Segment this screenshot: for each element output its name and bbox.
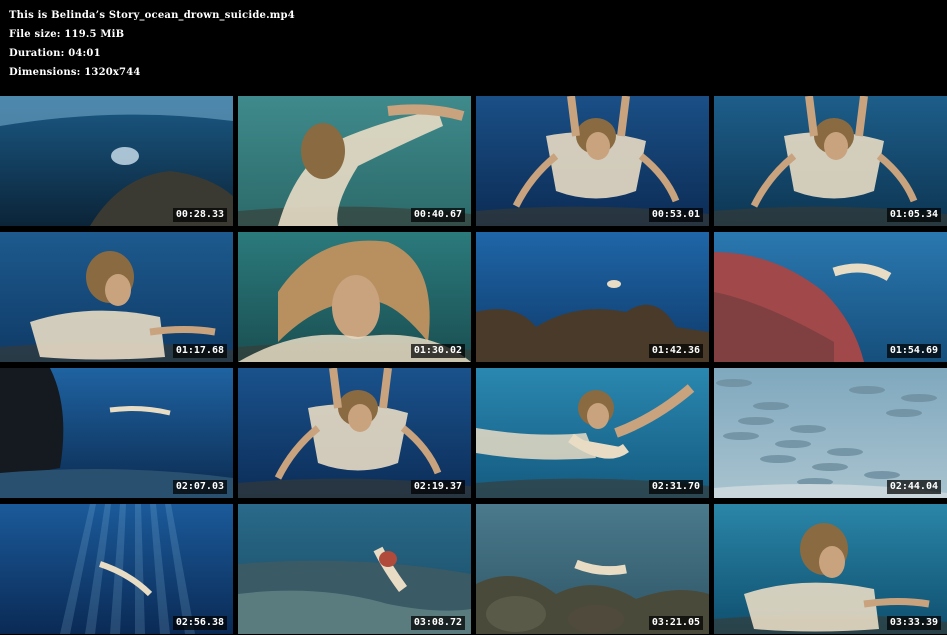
thumbnail-timestamp: 03:33.39 — [886, 616, 941, 630]
thumbnail-timestamp: 02:19.37 — [410, 480, 465, 494]
video-thumbnail[interactable]: 02:19.37 — [238, 368, 471, 498]
thumbnail-timestamp: 00:40.67 — [410, 208, 465, 222]
video-thumbnail[interactable]: 01:05.34 — [714, 96, 947, 226]
duration-text: Duration: 04:01 — [9, 48, 101, 59]
thumbnail-grid: 00:28.33 00:40.67 00:53.01 01:05.34 01:1… — [0, 96, 947, 635]
thumbnail-timestamp: 03:21.05 — [648, 616, 703, 630]
thumbnail-timestamp: 01:05.34 — [886, 208, 941, 222]
video-thumbnail[interactable]: 02:44.04 — [714, 368, 947, 498]
thumbnail-timestamp: 01:30.02 — [410, 344, 465, 358]
thumbnail-frame-image — [476, 504, 709, 634]
video-thumbnail[interactable]: 03:21.05 — [476, 504, 709, 634]
thumbnail-frame-image — [476, 232, 709, 362]
video-thumbnail[interactable]: 02:07.03 — [0, 368, 233, 498]
video-thumbnail[interactable]: 01:42.36 — [476, 232, 709, 362]
thumbnail-frame-image — [238, 504, 471, 634]
thumbnail-timestamp: 01:54.69 — [886, 344, 941, 358]
thumbnail-timestamp: 02:44.04 — [886, 480, 941, 494]
dimensions-text: Dimensions: 1320x744 — [9, 67, 141, 78]
filename-text: This is Belinda’s Story_ocean_drown_suic… — [9, 10, 295, 21]
video-thumbnail[interactable]: 01:54.69 — [714, 232, 947, 362]
thumbnail-timestamp: 01:42.36 — [648, 344, 703, 358]
video-thumbnail[interactable]: 02:31.70 — [476, 368, 709, 498]
thumbnail-timestamp: 01:17.68 — [172, 344, 227, 358]
thumbnail-frame-image — [0, 232, 233, 362]
video-thumbnail[interactable]: 02:56.38 — [0, 504, 233, 634]
thumbnail-frame-image — [714, 96, 947, 226]
video-thumbnail[interactable]: 00:28.33 — [0, 96, 233, 226]
filesize-text: File size: 119.5 MiB — [9, 29, 125, 40]
video-thumbnail[interactable]: 03:33.39 — [714, 504, 947, 634]
thumbnail-timestamp: 00:53.01 — [648, 208, 703, 222]
video-thumbnail[interactable]: 01:30.02 — [238, 232, 471, 362]
thumbnail-frame-image — [476, 96, 709, 226]
thumbnail-frame-image — [0, 504, 233, 634]
thumbnail-frame-image — [714, 232, 947, 362]
thumbnail-timestamp: 00:28.33 — [172, 208, 227, 222]
video-thumbnail[interactable]: 03:08.72 — [238, 504, 471, 634]
video-thumbnail[interactable]: 01:17.68 — [0, 232, 233, 362]
thumbnail-timestamp: 02:31.70 — [648, 480, 703, 494]
thumbnail-frame-image — [238, 368, 471, 498]
thumbnail-frame-image — [238, 96, 471, 226]
thumbnail-timestamp: 03:08.72 — [410, 616, 465, 630]
thumbnail-frame-image — [714, 504, 947, 634]
thumbnail-frame-image — [0, 368, 233, 498]
thumbnail-frame-image — [0, 96, 233, 226]
thumbnail-frame-image — [714, 368, 947, 498]
thumbnail-timestamp: 02:07.03 — [172, 480, 227, 494]
thumbnail-timestamp: 02:56.38 — [172, 616, 227, 630]
thumbnail-frame-image — [476, 368, 709, 498]
thumbnail-frame-image — [238, 232, 471, 362]
video-thumbnail[interactable]: 00:40.67 — [238, 96, 471, 226]
video-thumbnail[interactable]: 00:53.01 — [476, 96, 709, 226]
